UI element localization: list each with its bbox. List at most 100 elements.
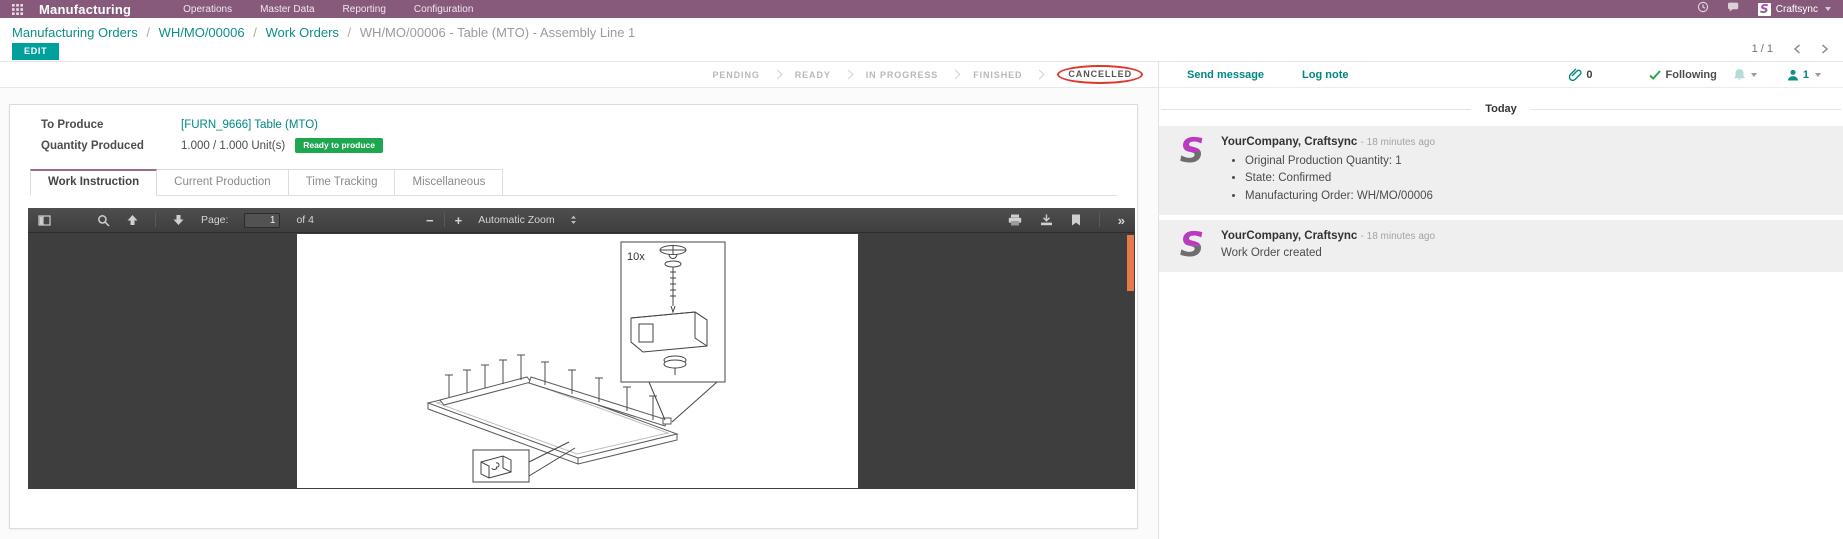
toolbar-divider xyxy=(1099,213,1100,227)
record-pager: 1 / 1 xyxy=(1752,43,1829,55)
assembly-illustration: 10x xyxy=(297,234,858,488)
field-quantity-produced: Quantity Produced 1.000 / 1.000 Unit(s) … xyxy=(41,138,1137,153)
chatter-panel: Send message Log note 0 Following xyxy=(1159,62,1843,539)
pdf-zoom-out-icon[interactable]: − xyxy=(426,213,434,228)
status-pending[interactable]: PENDING xyxy=(699,70,772,80)
pager-previous-icon[interactable] xyxy=(1793,44,1801,54)
person-icon xyxy=(1787,69,1799,81)
message-tracking: SS YourCompany, Craftsync - 18 minutes a… xyxy=(1159,126,1843,215)
pdf-zoom-value: Automatic Zoom xyxy=(478,214,554,226)
activities-icon[interactable] xyxy=(1697,0,1709,18)
breadcrumb-current: WH/MO/00006 - Table (MTO) - Assembly Lin… xyxy=(360,25,636,40)
status-bar: PENDING READY IN PROGRESS FINISHED CANCE… xyxy=(0,62,1158,88)
status-in-progress[interactable]: IN PROGRESS xyxy=(853,70,951,80)
notebook-tabs: Work Instruction Current Production Time… xyxy=(30,169,1117,196)
pager-counter: 1 / 1 xyxy=(1752,43,1773,55)
pdf-scrollbar-thumb[interactable] xyxy=(1127,235,1134,291)
quantity-produced-label: Quantity Produced xyxy=(41,140,181,152)
tracking-value: Manufacturing Order: WH/MO/00006 xyxy=(1245,188,1829,205)
pdf-search-icon[interactable] xyxy=(97,214,110,227)
pdf-previous-page-icon[interactable] xyxy=(126,214,139,226)
tab-miscellaneous[interactable]: Miscellaneous xyxy=(395,169,503,196)
pdf-page-label: Page: xyxy=(201,214,228,226)
breadcrumb-separator: / xyxy=(141,25,155,40)
pdf-canvas-area[interactable]: 10x xyxy=(28,233,1135,489)
menu-master-data[interactable]: Master Data xyxy=(260,4,314,15)
chevron-separator-icon xyxy=(951,70,961,80)
pdf-zoom-select[interactable]: Automatic Zoom xyxy=(472,212,583,228)
edit-button[interactable]: EDIT xyxy=(12,43,59,60)
ready-to-produce-badge: Ready to produce xyxy=(295,138,383,153)
pdf-download-icon[interactable] xyxy=(1040,214,1053,226)
pdf-page-input[interactable] xyxy=(244,213,280,228)
send-message-button[interactable]: Send message xyxy=(1187,69,1264,81)
pdf-page: 10x xyxy=(297,234,858,488)
pager-next-icon[interactable] xyxy=(1821,44,1829,54)
navbar-right: SS Craftsync xyxy=(1697,0,1831,18)
breadcrumb-mo-00006[interactable]: WH/MO/00006 xyxy=(159,25,245,40)
form-sheet: To Produce [FURN_9666] Table (MTO) Quant… xyxy=(9,104,1138,529)
followers-button[interactable]: 1 xyxy=(1787,69,1821,81)
top-navbar: Manufacturing Operations Master Data Rep… xyxy=(0,0,1843,18)
avatar[interactable]: SS xyxy=(1175,134,1209,168)
form-background: To Produce [FURN_9666] Table (MTO) Quant… xyxy=(0,88,1158,539)
chevron-separator-icon xyxy=(1035,70,1045,80)
breadcrumb-manufacturing-orders[interactable]: Manufacturing Orders xyxy=(12,25,138,40)
message-timestamp: - 18 minutes ago xyxy=(1361,137,1436,148)
pdf-print-icon[interactable] xyxy=(1008,214,1022,226)
status-finished[interactable]: FINISHED xyxy=(960,70,1035,80)
tracking-value: State: Confirmed xyxy=(1245,170,1829,187)
menu-reporting[interactable]: Reporting xyxy=(343,4,386,15)
avatar[interactable]: SS xyxy=(1175,228,1209,262)
breadcrumb-work-orders[interactable]: Work Orders xyxy=(265,25,338,40)
tab-time-tracking[interactable]: Time Tracking xyxy=(289,169,396,196)
status-ready[interactable]: READY xyxy=(782,70,844,80)
pdf-sidebar-toggle-icon[interactable] xyxy=(38,215,51,226)
app-title[interactable]: Manufacturing xyxy=(39,2,131,17)
status-cancelled-active[interactable]: CANCELLED xyxy=(1044,65,1156,84)
following-label: Following xyxy=(1666,69,1717,81)
to-produce-value-link[interactable]: [FURN_9666] Table (MTO) xyxy=(181,119,318,131)
pdf-viewer: Page: of 4 − + Automatic Zoom xyxy=(28,208,1135,489)
paperclip-icon xyxy=(1569,68,1582,81)
tab-current-production[interactable]: Current Production xyxy=(157,169,289,196)
menu-operations[interactable]: Operations xyxy=(183,4,232,15)
pdf-bookmark-icon[interactable] xyxy=(1071,214,1081,226)
toolbar-divider xyxy=(444,213,445,227)
date-divider: Today xyxy=(1159,103,1843,115)
field-group: To Produce [FURN_9666] Table (MTO) Quant… xyxy=(41,119,1137,153)
apps-grid-icon[interactable] xyxy=(12,4,23,15)
quantity-produced-value: 1.000 / 1.000 Unit(s) xyxy=(181,140,285,152)
pdf-page-total: of 4 xyxy=(296,214,314,226)
following-button[interactable]: Following xyxy=(1649,69,1717,81)
log-note-button[interactable]: Log note xyxy=(1302,69,1348,81)
tracking-value-list: Original Production Quantity: 1 State: C… xyxy=(1221,153,1829,205)
user-menu[interactable]: SS Craftsync xyxy=(1758,3,1831,16)
message-timestamp: - 18 minutes ago xyxy=(1361,231,1436,242)
pdf-more-tools-icon[interactable]: » xyxy=(1118,213,1125,228)
form-view: PENDING READY IN PROGRESS FINISHED CANCE… xyxy=(0,62,1159,539)
pdf-next-page-icon[interactable] xyxy=(172,214,185,226)
date-divider-label: Today xyxy=(1485,103,1517,115)
cancelled-highlight-ring: CANCELLED xyxy=(1057,65,1143,84)
pdf-toolbar: Page: of 4 − + Automatic Zoom xyxy=(28,208,1135,233)
main-menu: Operations Master Data Reporting Configu… xyxy=(183,4,473,15)
menu-configuration[interactable]: Configuration xyxy=(414,4,473,15)
attachments-button[interactable]: 0 xyxy=(1569,68,1592,81)
tracking-value: Original Production Quantity: 1 xyxy=(1245,153,1829,170)
pdf-zoom-in-icon[interactable]: + xyxy=(455,213,463,228)
control-panel: Manufacturing Orders / WH/MO/00006 / Wor… xyxy=(0,18,1843,62)
message-author[interactable]: YourCompany, Craftsync xyxy=(1221,230,1357,242)
message-author[interactable]: YourCompany, Craftsync xyxy=(1221,136,1357,148)
subscription-bell-button[interactable] xyxy=(1733,68,1757,81)
tab-work-instruction[interactable]: Work Instruction xyxy=(30,169,157,196)
follower-count: 1 xyxy=(1803,69,1809,81)
toolbar-divider xyxy=(155,213,156,227)
main-area: PENDING READY IN PROGRESS FINISHED CANCE… xyxy=(0,62,1843,539)
breadcrumb-separator: / xyxy=(248,25,262,40)
breadcrumb: Manufacturing Orders / WH/MO/00006 / Wor… xyxy=(12,25,1829,40)
chevron-down-icon xyxy=(1751,73,1757,77)
messages-icon[interactable] xyxy=(1727,0,1740,18)
select-spinner-icon xyxy=(569,215,578,225)
user-avatar: SS xyxy=(1758,3,1771,16)
